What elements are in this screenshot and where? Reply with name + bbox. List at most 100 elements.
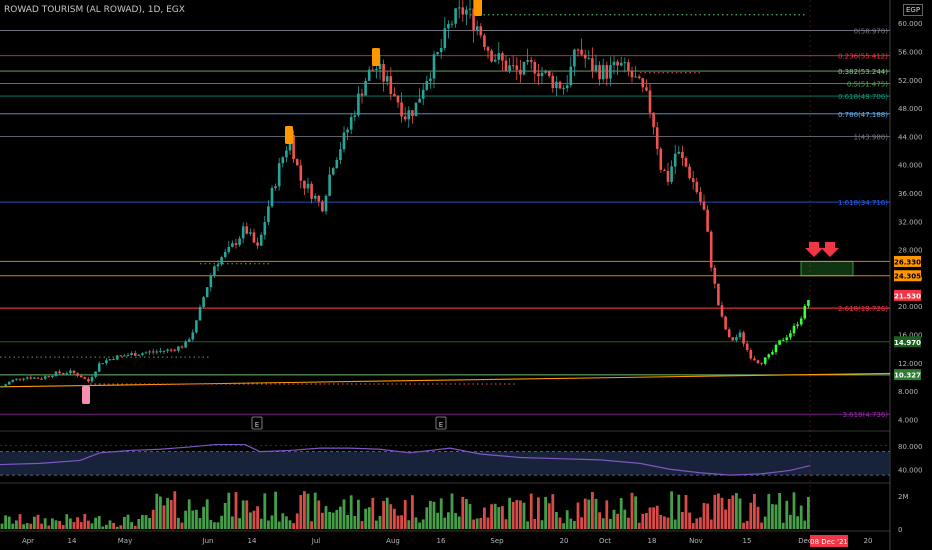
earnings-label: E (255, 421, 259, 429)
volume-bar (724, 509, 727, 529)
candle-body (670, 166, 673, 182)
candlestick-chart[interactable]: 0(58.970) 0.236(55.412) 0.382(53.244) 0.5(5… (0, 0, 932, 550)
candle-body (587, 58, 591, 60)
volume-bar (699, 517, 702, 529)
volume-bar (94, 517, 97, 529)
candle-body (274, 186, 277, 189)
price-tick: 32.000 (898, 218, 923, 226)
volume-bar (407, 520, 411, 529)
volume-bar (497, 507, 501, 529)
volume-bar (727, 498, 731, 529)
volume-bar (580, 517, 583, 529)
volume-bar (7, 516, 11, 529)
candle-body (33, 377, 36, 379)
price-candles (0, 0, 810, 388)
candle-body (25, 377, 29, 379)
volume-bar (799, 505, 803, 529)
candle-body (619, 62, 623, 66)
volume-bar (166, 497, 169, 529)
volume-bar (501, 506, 504, 529)
candle-body (421, 89, 425, 99)
candle-body (749, 349, 753, 359)
volume-bar (598, 512, 601, 529)
volume-bar (753, 493, 756, 529)
candle-body (141, 353, 144, 355)
price-tick: 4.000 (898, 416, 918, 424)
volume-bar (58, 521, 61, 529)
volume-bar (670, 491, 673, 529)
volume-bar (515, 499, 519, 529)
candle-body (43, 376, 47, 379)
volume-bar (475, 518, 479, 529)
volume-bar (331, 512, 335, 529)
time-label: Oct (599, 537, 611, 545)
price-badge-label: 21.530 (894, 292, 921, 300)
flag-marker-icon (82, 386, 90, 404)
fib-label: 2.618(19.726) (838, 305, 888, 313)
volume-bar (393, 508, 396, 529)
volume-bar (310, 521, 313, 529)
candle-body (781, 340, 785, 342)
volume-bar (436, 512, 439, 529)
price-tick: 48.000 (898, 105, 923, 113)
fib-label: 1.618(34.716) (838, 199, 888, 207)
volume-bar (274, 491, 277, 529)
candle-body (126, 354, 130, 356)
candle-body (738, 332, 742, 338)
volume-bar (547, 503, 551, 529)
earnings-label: E (439, 421, 443, 429)
candle-body (241, 226, 245, 239)
candle-body (519, 69, 522, 75)
candle-body (583, 54, 587, 59)
volume-bar (36, 514, 40, 529)
volume-bar (792, 492, 796, 529)
candle-body (745, 343, 749, 350)
volume-bar (529, 493, 533, 529)
candle-body (22, 378, 25, 380)
volume-bar (54, 520, 58, 529)
volume-bar (238, 518, 241, 529)
candle-body (349, 116, 353, 130)
volume-bar (569, 518, 573, 529)
volume-bar (353, 516, 357, 529)
volume-bar (544, 496, 547, 529)
volume-bar (735, 493, 738, 529)
volume-bar (713, 494, 717, 529)
price-tick: 60.000 (898, 20, 923, 28)
candle-body (213, 266, 216, 277)
volume-bar (666, 517, 670, 529)
volume-bar (184, 510, 187, 529)
volume-bar (756, 506, 760, 529)
candle-body (562, 88, 565, 90)
time-label: 14 (68, 537, 77, 545)
candle-body (216, 264, 220, 267)
candle-body (807, 300, 810, 306)
volume-bar (785, 500, 789, 529)
volume-pane: 2M 0 (0, 491, 909, 534)
candle-body (177, 346, 180, 351)
candle-body (40, 378, 43, 380)
candle-body (641, 78, 645, 88)
candle-body (115, 355, 119, 360)
candle-body (36, 377, 40, 379)
candle-body (227, 246, 231, 252)
volume-bar (313, 492, 317, 529)
volume-bar (4, 515, 7, 529)
time-label: 20 (864, 537, 873, 545)
volume-bar (573, 521, 576, 529)
candle-body (198, 307, 202, 321)
fib-label: 0.786(47.188) (838, 111, 888, 119)
time-label: 18 (648, 537, 657, 545)
candle-body (137, 354, 141, 356)
candle-body (486, 47, 490, 51)
volume-bar (627, 517, 630, 529)
volume-bar (609, 518, 612, 529)
candle-body (367, 69, 371, 81)
candle-body (439, 48, 443, 53)
volume-bar (691, 523, 695, 529)
candle-body (123, 355, 126, 357)
volume-bar (418, 522, 421, 529)
volume-bar (767, 493, 771, 529)
candle-body (666, 170, 670, 182)
candle-body (616, 61, 619, 66)
